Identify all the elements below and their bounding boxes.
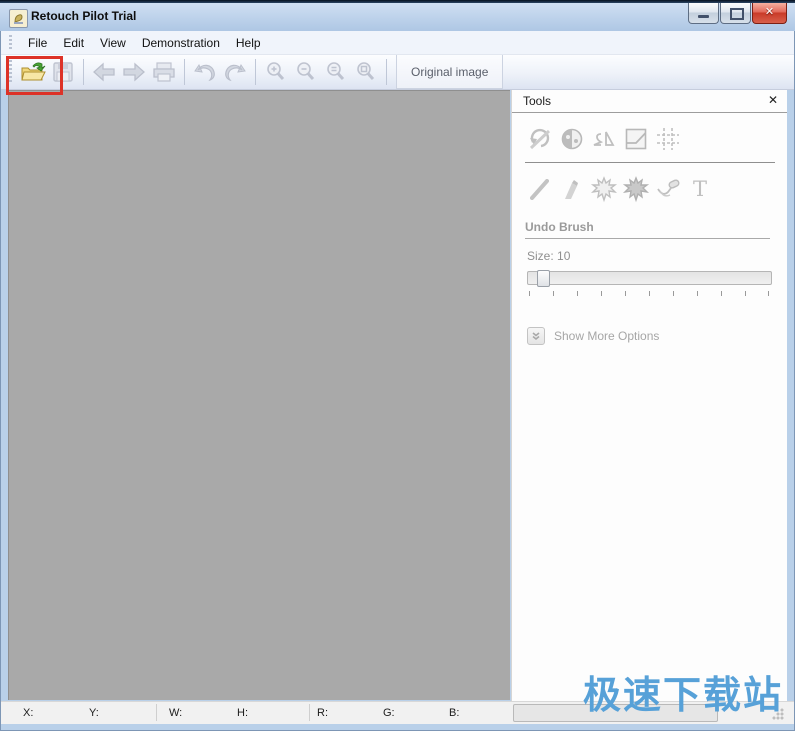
mirror-tool-button[interactable] <box>588 123 619 154</box>
status-w-label: W: <box>169 707 183 719</box>
toolbar-separator <box>184 59 185 85</box>
close-icon: ✕ <box>764 6 775 18</box>
slider-ticks <box>527 291 770 297</box>
status-h-label: H: <box>237 707 248 719</box>
tools-panel: Tools ✕ T Undo Brush Size: 10 Show More … <box>511 90 787 701</box>
chevron-down-icon[interactable] <box>527 327 545 345</box>
zoom-fit-icon <box>357 62 375 81</box>
zoom-actual-button[interactable] <box>321 57 351 87</box>
toolbar: Original image <box>1 55 794 95</box>
print-icon <box>153 62 175 82</box>
size-value: 10 <box>557 249 571 263</box>
tutorial-highlight-box <box>6 56 63 95</box>
window-controls: ✕ <box>687 3 787 24</box>
title-bar[interactable]: Retouch Pilot Trial ✕ <box>0 0 795 31</box>
zoom-out-button[interactable] <box>291 57 321 87</box>
menu-bar: File Edit View Demonstration Help <box>1 31 794 55</box>
rotate-tool-button[interactable] <box>524 123 555 154</box>
main-area: Tools ✕ T Undo Brush Size: 10 Show More … <box>0 90 795 701</box>
zoom-in-button[interactable] <box>261 57 291 87</box>
print-button[interactable] <box>149 57 179 87</box>
tools-panel-header[interactable]: Tools ✕ <box>512 90 787 113</box>
size-slider-thumb[interactable] <box>537 270 550 287</box>
tools-panel-title: Tools <box>523 94 552 108</box>
tools-row-retouch: T <box>512 163 787 210</box>
show-more-label: Show More Options <box>554 329 660 343</box>
forward-button[interactable] <box>119 57 149 87</box>
status-r-label: R: <box>317 707 328 719</box>
status-separator <box>156 704 157 721</box>
show-more-options[interactable]: Show More Options <box>527 327 787 345</box>
tools-panel-close-icon[interactable]: ✕ <box>768 93 778 107</box>
app-icon <box>9 9 28 28</box>
zoom-in-icon <box>267 62 285 81</box>
brush-tool-icon <box>564 179 578 199</box>
toolbar-separator <box>386 59 387 85</box>
forward-arrow-icon <box>123 62 145 82</box>
zoom-actual-icon <box>327 62 345 81</box>
back-arrow-icon <box>93 62 115 82</box>
text-tool-icon: T <box>692 177 706 201</box>
minimize-icon <box>698 15 709 18</box>
back-button[interactable] <box>89 57 119 87</box>
watermark-text: 极速下载站 <box>582 673 783 717</box>
rotate-tool-icon <box>529 128 550 149</box>
size-label: Size: 10 <box>527 249 571 263</box>
image-canvas[interactable] <box>8 90 510 700</box>
original-image-button[interactable]: Original image <box>396 55 504 89</box>
tools-row-adjust <box>512 113 787 160</box>
window-title: Retouch Pilot Trial <box>31 9 137 23</box>
redo-icon <box>225 63 246 82</box>
grid-tool-icon <box>656 127 679 150</box>
app-window: Retouch Pilot Trial ✕ File Edit View Dem… <box>0 0 795 731</box>
patch-tool-button[interactable] <box>652 173 683 204</box>
mirror-tool-icon <box>593 131 615 146</box>
tone-tool-icon <box>561 128 582 149</box>
undo-icon <box>194 63 215 82</box>
zoom-out-icon <box>297 62 315 81</box>
text-tool-button[interactable]: T <box>684 173 715 204</box>
menu-demonstration[interactable]: Demonstration <box>134 33 228 53</box>
tone-tool-button[interactable] <box>556 123 587 154</box>
spot-tool-button[interactable] <box>588 173 619 204</box>
scratch-tool-icon <box>529 178 549 200</box>
spot-dark-tool-icon <box>622 175 649 202</box>
toolbar-separator <box>83 59 84 85</box>
minimize-button[interactable] <box>688 3 719 24</box>
toolbar-separator <box>255 59 256 85</box>
status-b-label: B: <box>449 707 460 719</box>
maximize-button[interactable] <box>720 3 751 24</box>
brush-tool-button[interactable] <box>556 173 587 204</box>
undo-button[interactable] <box>190 57 220 87</box>
levels-tool-icon <box>625 128 646 149</box>
menu-view[interactable]: View <box>92 33 134 53</box>
patch-tool-icon <box>656 178 680 197</box>
original-image-label: Original image <box>411 64 489 79</box>
status-y-label: Y: <box>89 707 99 719</box>
zoom-fit-button[interactable] <box>351 57 381 87</box>
tool-section-title: Undo Brush <box>525 220 770 239</box>
status-g-label: G: <box>383 707 395 719</box>
spot-tool-icon <box>590 175 617 202</box>
grid-tool-button[interactable] <box>652 123 683 154</box>
menu-grip[interactable] <box>9 34 12 51</box>
menu-edit[interactable]: Edit <box>55 33 92 53</box>
size-slider[interactable] <box>527 270 772 287</box>
menu-help[interactable]: Help <box>228 33 269 53</box>
scratch-tool-button[interactable] <box>524 173 555 204</box>
spot-dark-tool-button[interactable] <box>620 173 651 204</box>
status-separator <box>309 704 310 721</box>
status-x-label: X: <box>23 707 34 719</box>
svg-text:T: T <box>692 177 706 201</box>
close-button[interactable]: ✕ <box>752 3 787 24</box>
redo-button[interactable] <box>220 57 250 87</box>
maximize-icon <box>730 8 744 20</box>
levels-tool-button[interactable] <box>620 123 651 154</box>
menu-file[interactable]: File <box>20 33 55 53</box>
